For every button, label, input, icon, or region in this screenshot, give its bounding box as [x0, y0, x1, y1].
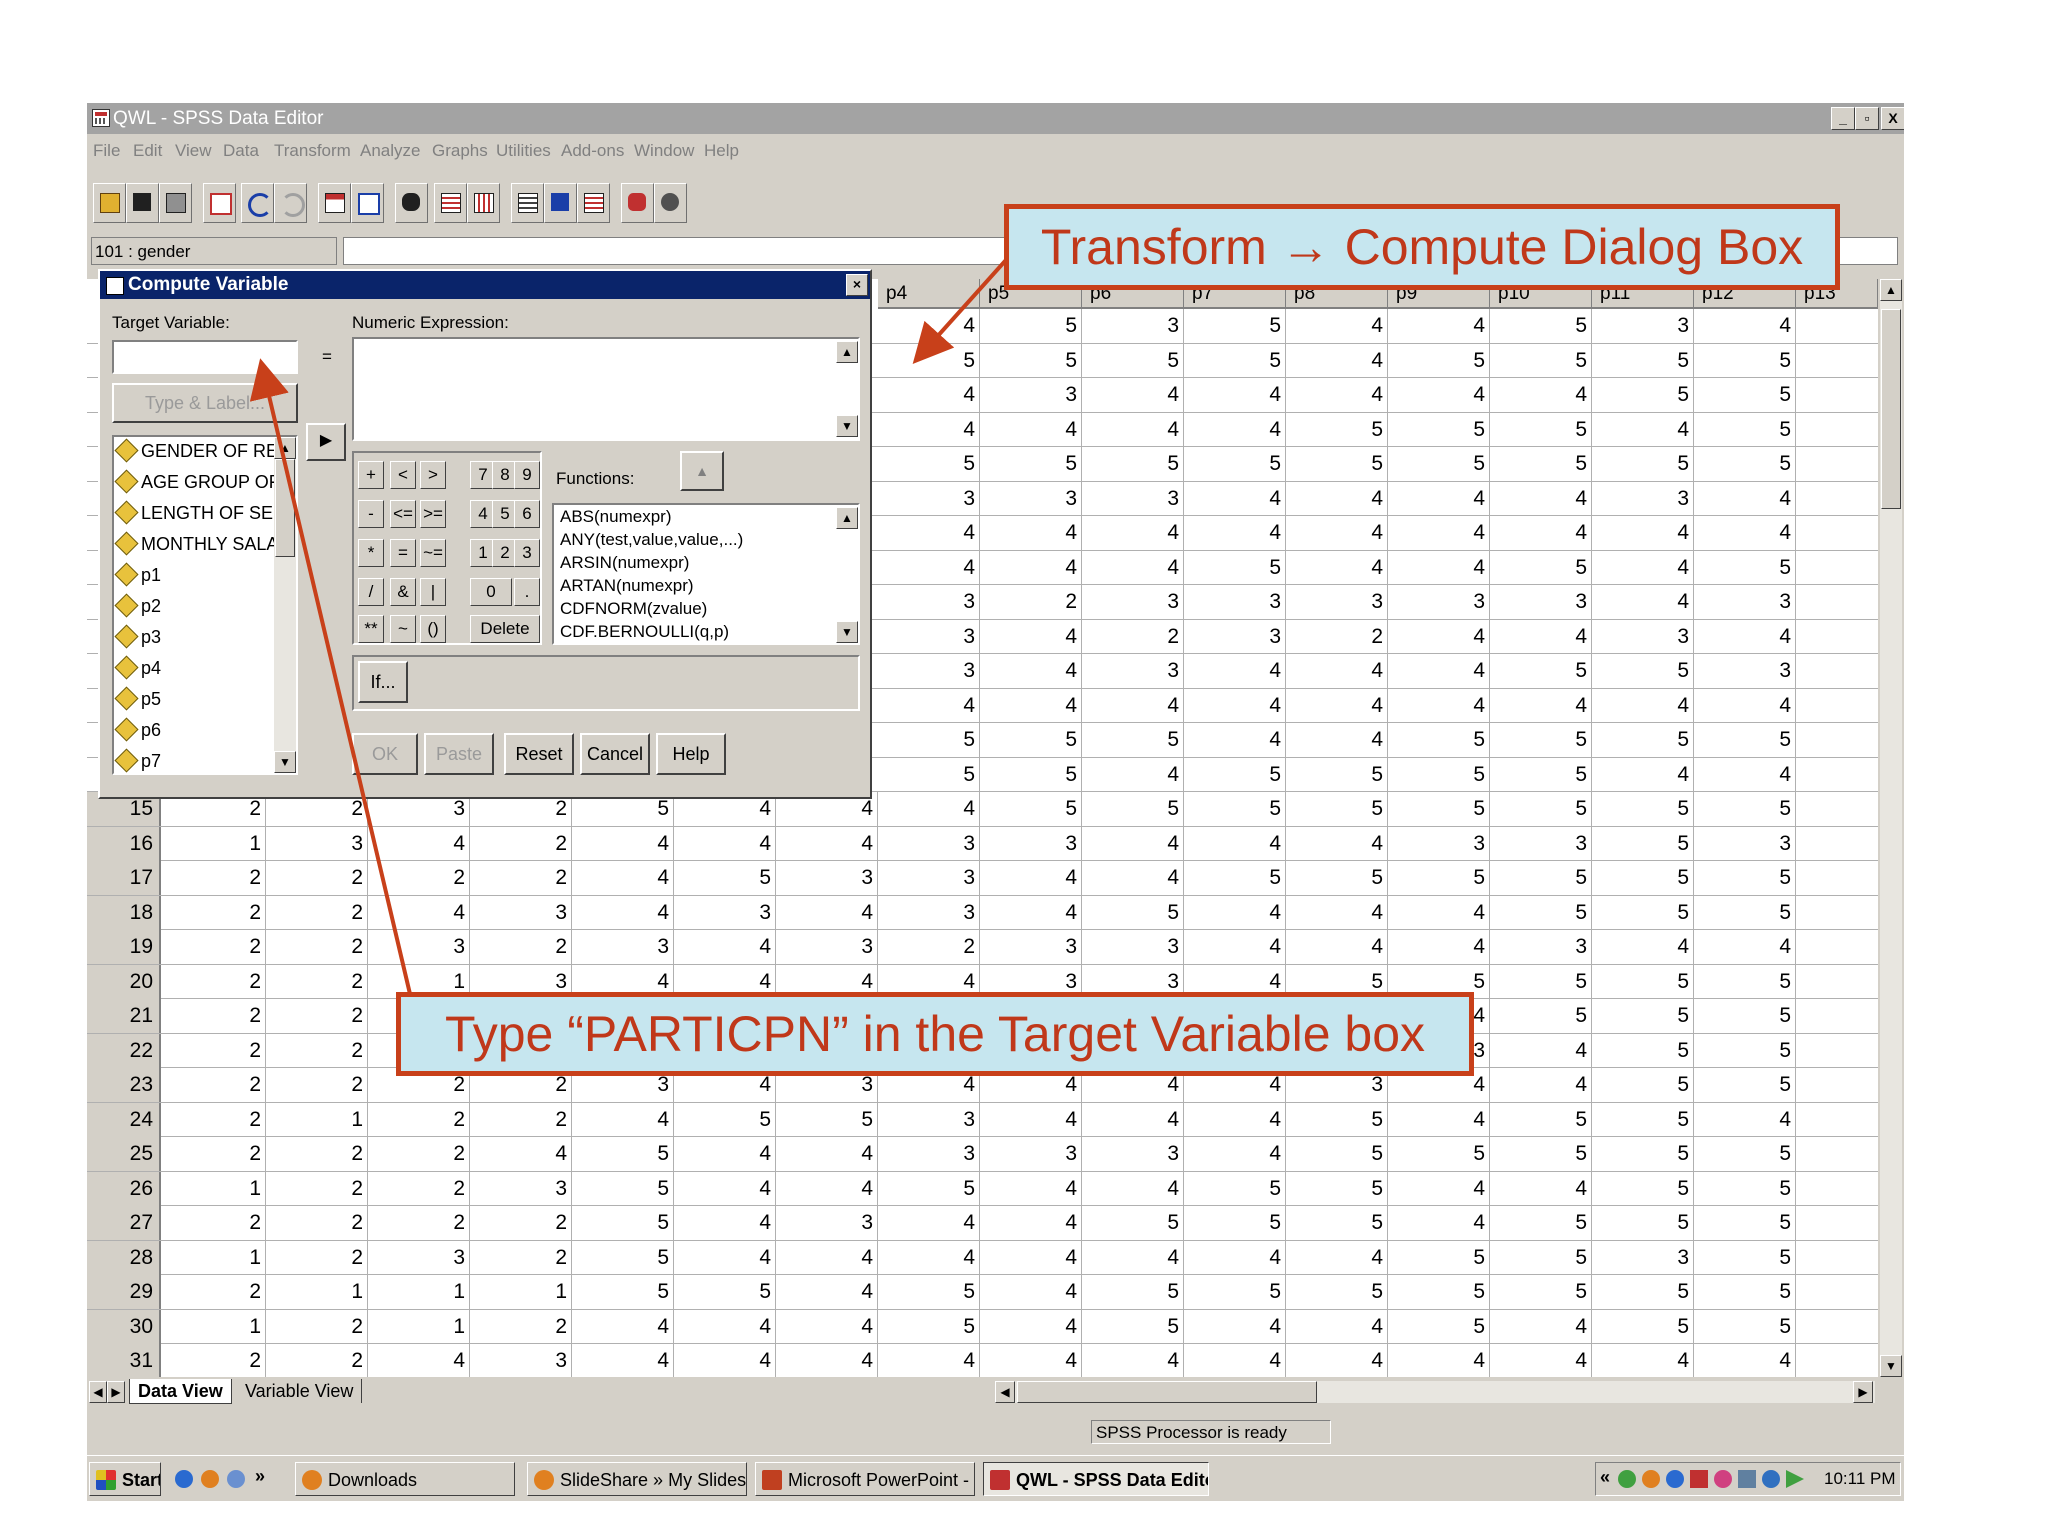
callout-target-variable: Type “PARTICPN” in the Target Variable b… — [396, 992, 1474, 1076]
callout-transform-compute: Transform → Compute Dialog Box — [1004, 204, 1840, 290]
arrow-to-numeric-expression — [912, 258, 1008, 364]
arrow-to-target-variable — [249, 358, 412, 995]
